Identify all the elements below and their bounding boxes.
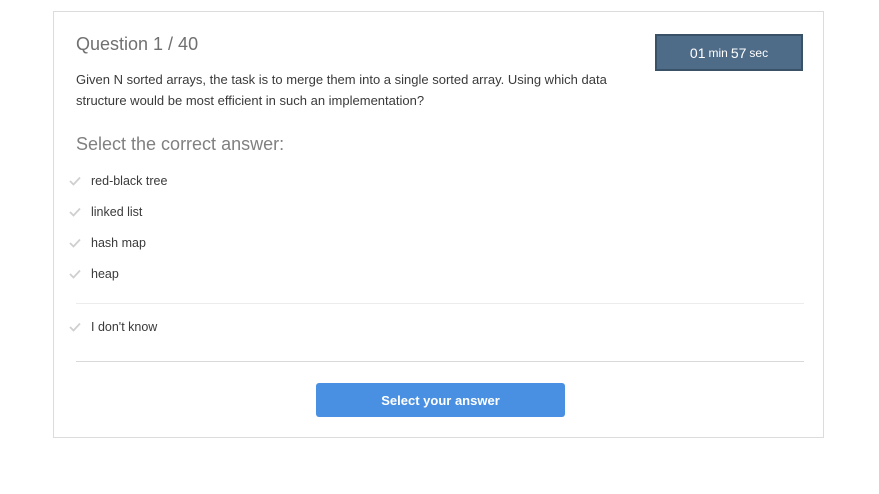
- answer-option-dont-know[interactable]: I don't know: [68, 317, 157, 337]
- answer-heading: Select the correct answer:: [76, 134, 285, 154]
- timer-seconds-unit: sec: [749, 45, 769, 60]
- answer-option-label: heap: [91, 267, 119, 281]
- answer-option-heap[interactable]: heap: [68, 264, 119, 284]
- timer-minutes: 01: [689, 44, 706, 61]
- question-text: Given N sorted arrays, the task is to me…: [76, 72, 607, 108]
- countdown-timer: 01 min 57 sec: [655, 34, 803, 71]
- answer-option-red-black-tree[interactable]: red-black tree: [68, 171, 167, 191]
- divider: [76, 303, 804, 304]
- question-card: Question 1 / 40 01 min 57 sec Given N so…: [53, 11, 824, 438]
- check-icon: [68, 174, 82, 188]
- answer-option-label: hash map: [91, 236, 146, 250]
- check-icon: [68, 236, 82, 250]
- question-title: Question 1 / 40: [76, 34, 199, 54]
- check-icon: [68, 320, 82, 334]
- select-answer-button[interactable]: Select your answer: [316, 383, 565, 417]
- answer-option-label: linked list: [91, 205, 143, 219]
- divider: [76, 361, 804, 362]
- check-icon: [68, 205, 82, 219]
- answer-option-label: I don't know: [91, 320, 158, 334]
- answer-option-linked-list[interactable]: linked list: [68, 202, 142, 222]
- answer-option-hash-map[interactable]: hash map: [68, 233, 146, 253]
- answer-option-label: red-black tree: [91, 174, 168, 188]
- check-icon: [68, 267, 82, 281]
- timer-seconds: 57: [730, 44, 747, 61]
- timer-minutes-unit: min: [708, 45, 728, 60]
